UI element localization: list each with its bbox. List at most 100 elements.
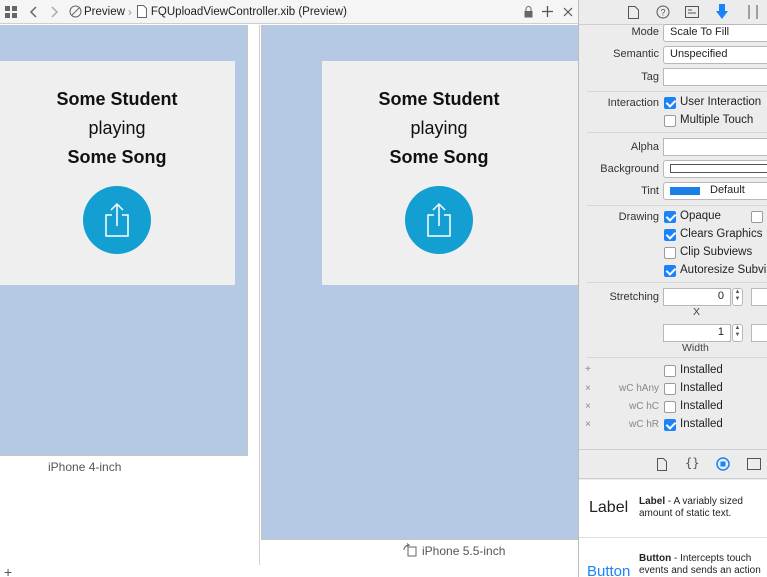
object-library-icon[interactable]	[716, 457, 730, 474]
object-library: Label Label - A variably sized amount of…	[579, 480, 767, 577]
multiple-touch-label: Multiple Touch	[680, 114, 754, 126]
upload-card: Some Student playing Some Song	[0, 61, 235, 285]
stretching-label: Stretching	[609, 291, 659, 303]
installed-add-icon[interactable]: +	[585, 364, 591, 375]
library-item-label[interactable]: Label Label - A variably sized amount of…	[579, 480, 767, 538]
mode-popup[interactable]: Scale To Fill	[663, 24, 767, 42]
media-library-icon[interactable]	[747, 458, 761, 473]
divider	[259, 25, 260, 565]
playing-label: playing	[410, 118, 468, 138]
library-tabs: {}	[579, 449, 767, 479]
jump-bar: Preview › FQUploadViewController.xib (Pr…	[0, 0, 578, 24]
iphone-4-inch-preview: Some Student playing Some Song	[0, 25, 248, 456]
device-label-5-5-inch: iPhone 5.5-inch	[422, 544, 506, 558]
stretch-height-field[interactable]	[751, 324, 767, 342]
code-snippet-icon[interactable]: {}	[685, 456, 699, 470]
divider	[587, 132, 767, 133]
opaque-label: Opaque	[680, 210, 721, 222]
student-name-label: Some Student	[56, 89, 178, 109]
background-swatch	[670, 164, 767, 173]
tag-label: Tag	[641, 71, 659, 83]
semantic-popup[interactable]: Unspecified	[663, 46, 767, 64]
stretch-width-stepper[interactable]: ▲ ▼	[732, 324, 743, 342]
clip-subviews-checkbox[interactable]	[664, 247, 676, 259]
stretch-width-field[interactable]: 1	[663, 324, 731, 342]
share-icon	[427, 202, 451, 237]
add-icon[interactable]	[540, 6, 554, 17]
student-name-label: Some Student	[378, 89, 500, 109]
installed-label: Installed	[680, 400, 723, 412]
tint-value: Default	[710, 184, 745, 196]
hidden-checkbox[interactable]	[751, 211, 763, 223]
installed-label: Installed	[680, 418, 723, 430]
inspector-tabs: ?	[579, 0, 767, 25]
stretch-x-stepper[interactable]: ▲ ▼	[732, 288, 743, 306]
installed-checkbox[interactable]	[664, 365, 676, 377]
size-class-label: wC hC	[628, 401, 659, 412]
mode-label: Mode	[631, 26, 659, 38]
back-chevron-icon[interactable]	[22, 5, 44, 18]
breadcrumb-preview[interactable]: Preview	[84, 6, 125, 18]
multiple-touch-checkbox[interactable]	[664, 115, 676, 127]
user-interaction-label: User Interaction	[680, 96, 762, 108]
user-interaction-checkbox[interactable]	[664, 97, 676, 109]
size-class-label: wC hR	[628, 419, 659, 430]
remove-variation-icon[interactable]: ×	[585, 383, 591, 394]
attributes-inspector-icon[interactable]	[714, 4, 730, 20]
lock-icon[interactable]	[522, 5, 534, 18]
xib-file-icon	[135, 5, 149, 18]
file-inspector-icon[interactable]	[625, 4, 641, 20]
installed-label: Installed	[680, 364, 723, 376]
add-device-icon[interactable]: +	[4, 564, 12, 577]
tag-field[interactable]	[663, 68, 767, 86]
alpha-label: Alpha	[630, 141, 659, 153]
background-color-well[interactable]	[663, 160, 767, 178]
autoresize-subviews-checkbox[interactable]	[664, 265, 676, 277]
playing-label: playing	[88, 118, 146, 138]
stretch-x-field[interactable]: 0	[663, 288, 731, 306]
label-description: Label - A variably sized amount of stati…	[639, 496, 743, 519]
remove-variation-icon[interactable]: ×	[585, 401, 591, 412]
remove-variation-icon[interactable]: ×	[585, 419, 591, 430]
drawing-label: Drawing	[618, 211, 659, 223]
clears-graphics-checkbox[interactable]	[664, 229, 676, 241]
attributes-inspector: ? Mode Scale To Fill Semantic Unspecifie…	[578, 0, 767, 577]
clip-subviews-label: Clip Subviews	[680, 246, 753, 258]
breadcrumb-file[interactable]: FQUploadViewController.xib (Preview)	[151, 6, 347, 18]
interaction-label: Interaction	[607, 97, 659, 109]
size-inspector-icon[interactable]	[745, 4, 761, 20]
opaque-checkbox[interactable]	[664, 211, 676, 223]
upload-button[interactable]	[405, 186, 473, 254]
close-icon[interactable]	[561, 7, 575, 17]
rotate-icon[interactable]	[403, 543, 417, 560]
upload-button[interactable]	[83, 186, 151, 254]
help-inspector-icon[interactable]: ?	[655, 4, 671, 20]
stretch-x-sublabel: X	[693, 306, 701, 318]
button-preview: Button	[587, 563, 631, 577]
installed-checkbox[interactable]	[664, 383, 676, 395]
tint-label: Tint	[641, 185, 659, 197]
tint-color-well[interactable]: Default	[663, 182, 767, 200]
divider	[587, 282, 767, 283]
divider	[587, 91, 767, 92]
semantic-label: Semantic	[613, 48, 659, 60]
stretch-y-field[interactable]	[751, 288, 767, 306]
installed-label: Installed	[680, 382, 723, 394]
background-label: Background	[600, 163, 659, 175]
library-item-button[interactable]: Button Button - Intercepts touch events …	[579, 539, 767, 577]
installed-checkbox[interactable]	[664, 401, 676, 413]
share-icon	[105, 202, 129, 237]
identity-inspector-icon[interactable]	[684, 4, 700, 20]
label-preview: Label	[589, 499, 629, 516]
preview-icon	[66, 5, 84, 18]
song-name-label: Some Song	[389, 147, 489, 167]
installed-checkbox[interactable]	[664, 419, 676, 431]
alpha-field[interactable]	[663, 138, 767, 156]
device-label-4-inch: iPhone 4-inch	[48, 460, 122, 474]
button-description: Button - Intercepts touch events and sen…	[639, 553, 761, 576]
grid-icon[interactable]	[0, 5, 22, 18]
file-template-icon[interactable]	[657, 458, 667, 474]
iphone-5-5-inch-preview: Some Student playing Some Song	[261, 25, 578, 540]
upload-card: Some Student playing Some Song	[322, 61, 578, 285]
forward-chevron-icon[interactable]	[44, 5, 66, 18]
